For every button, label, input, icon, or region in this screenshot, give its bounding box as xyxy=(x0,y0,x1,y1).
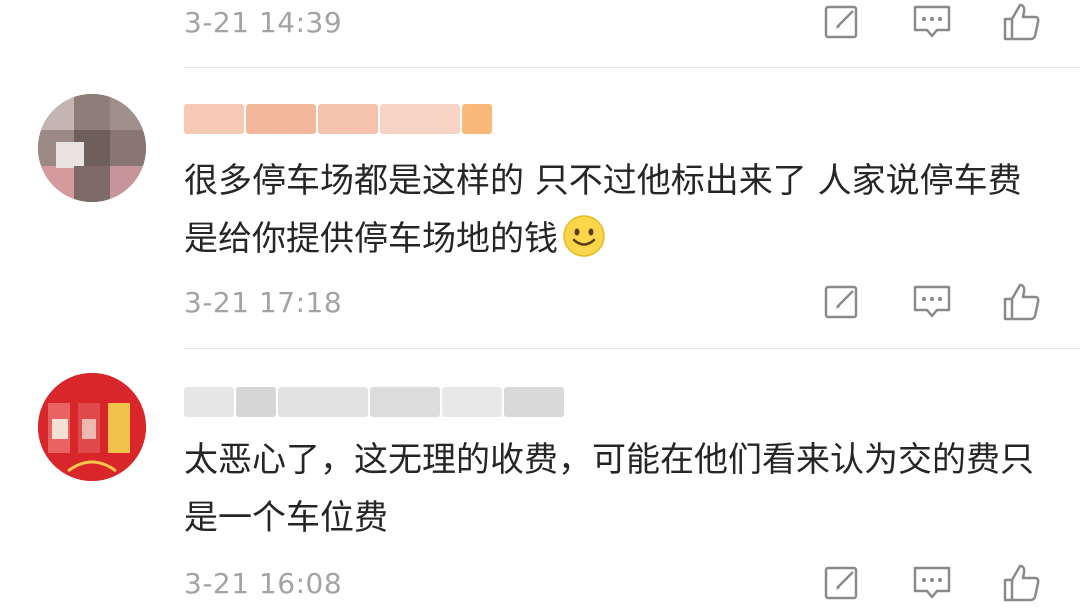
comment-timestamp: 3-21 14:39 xyxy=(184,6,343,39)
comment-actions xyxy=(822,563,1042,603)
comment-item-1: 3-21 14:39 xyxy=(0,0,1080,68)
comment-icon[interactable] xyxy=(912,282,952,322)
avatar[interactable] xyxy=(38,373,146,481)
comment-item-3: 太恶心了，这无理的收费，可能在他们看来认为交的费只是一个车位费 3-21 16:… xyxy=(0,349,1080,613)
comment-icon[interactable] xyxy=(912,2,952,42)
smile-emoji xyxy=(562,214,606,258)
username-blurred[interactable] xyxy=(184,385,566,419)
comment-icon[interactable] xyxy=(912,563,952,603)
edit-icon[interactable] xyxy=(822,563,862,603)
comment-text: 很多停车场都是这样的 只不过他标出来了 人家说停车费是给你提供停车场地的钱 xyxy=(184,161,1022,259)
like-icon[interactable] xyxy=(1002,2,1042,42)
comment-actions xyxy=(822,282,1042,322)
comment-timestamp: 3-21 16:08 xyxy=(184,567,343,600)
edit-icon[interactable] xyxy=(822,282,862,322)
username-blurred[interactable] xyxy=(184,102,494,136)
comment-item-2: 很多停车场都是这样的 只不过他标出来了 人家说停车费是给你提供停车场地的钱 3-… xyxy=(0,68,1080,348)
avatar[interactable] xyxy=(38,94,146,202)
edit-icon[interactable] xyxy=(822,2,862,42)
comment-text: 太恶心了，这无理的收费，可能在他们看来认为交的费只是一个车位费 xyxy=(184,440,1034,538)
comment-actions xyxy=(822,2,1042,42)
comment-timestamp: 3-21 17:18 xyxy=(184,286,343,319)
like-icon[interactable] xyxy=(1002,282,1042,322)
like-icon[interactable] xyxy=(1002,563,1042,603)
